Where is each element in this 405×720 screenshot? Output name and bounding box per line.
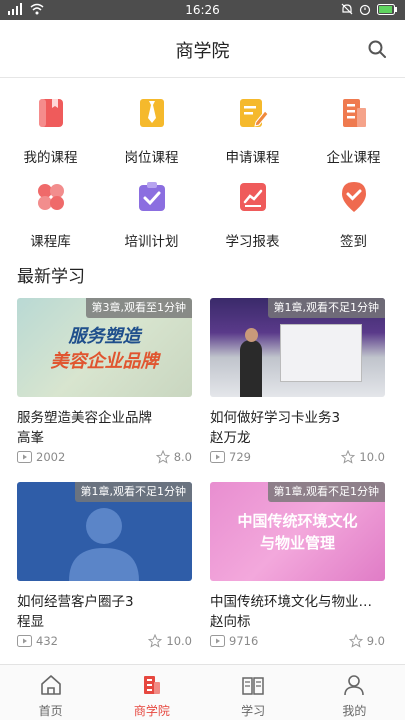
course-meta: 729 10.0	[210, 450, 385, 466]
grid-label: 我的课程	[23, 150, 78, 166]
course-title[interactable]: 如何经营客户圈子3	[17, 590, 192, 610]
grid-item-my-courses[interactable]: 我的课程	[0, 92, 101, 166]
play-icon	[210, 635, 225, 647]
rating: 8.0	[155, 450, 192, 464]
rating: 10.0	[341, 450, 385, 464]
location-check-icon	[342, 182, 366, 212]
view-count: 2002	[36, 450, 66, 464]
status-right	[341, 3, 397, 15]
course-author: 赵万龙	[210, 430, 251, 446]
course-title[interactable]: 服务塑造美容企业品牌	[17, 406, 192, 426]
rating-value: 9.0	[366, 634, 385, 648]
avatar-placeholder-icon	[69, 508, 139, 581]
course-title[interactable]: 中国传统环境文化与物业管理	[210, 590, 385, 610]
edit-doc-icon	[240, 99, 269, 127]
play-icon	[17, 635, 32, 647]
grid-label: 企业课程	[326, 150, 381, 166]
course-author: 赵向标	[210, 614, 251, 630]
rating: 10.0	[148, 634, 192, 648]
status-bar: 16:26	[0, 0, 405, 20]
app-header: 商学院	[0, 20, 405, 78]
thumbnail-text: 美容企业品牌	[50, 351, 159, 372]
grid-item-company-courses[interactable]: 企业课程	[303, 92, 404, 166]
grid-item-apply-courses[interactable]: 申请课程	[202, 92, 303, 166]
course-author: 程显	[17, 614, 44, 630]
clipboard-check-icon	[139, 182, 165, 211]
views: 729	[210, 450, 251, 464]
academy-icon	[143, 676, 160, 694]
views: 9716	[210, 634, 258, 648]
page-title: 商学院	[175, 41, 230, 62]
grid-label: 申请课程	[225, 150, 280, 166]
tab-me[interactable]: 我的	[304, 665, 405, 720]
user-icon	[344, 675, 365, 696]
chart-icon	[240, 183, 266, 211]
view-count: 729	[229, 450, 251, 464]
grid-item-position-courses[interactable]: 岗位课程	[101, 92, 202, 166]
section-title-latest: 最新学习	[17, 267, 85, 287]
views: 432	[17, 634, 58, 648]
course-meta: 432 10.0	[17, 634, 192, 650]
play-icon	[210, 451, 225, 463]
grid-item-course-library[interactable]: 课程库	[0, 176, 101, 250]
rating-value: 8.0	[173, 450, 192, 464]
course-thumbnail[interactable]: 第1章,观看不足1分钟	[17, 482, 192, 581]
tab-label: 我的	[342, 704, 367, 718]
course-thumbnail[interactable]: 第1章,观看不足1分钟	[210, 298, 385, 397]
grid-label: 岗位课程	[124, 150, 179, 166]
whiteboard-shape	[280, 324, 362, 382]
progress-badge: 第1章,观看不足1分钟	[74, 482, 192, 502]
speaker-head	[245, 328, 258, 342]
course-thumbnail[interactable]: 服务塑造 美容企业品牌 第3章,观看至1分钟	[17, 298, 192, 397]
bottom-tab-bar: 首页 商学院 学习 我的	[0, 664, 405, 720]
rating: 9.0	[348, 634, 385, 648]
views: 2002	[17, 450, 65, 464]
grid-label: 签到	[340, 234, 367, 250]
search-icon[interactable]	[367, 39, 387, 59]
speaker-figure	[240, 340, 262, 397]
grid-label: 课程库	[30, 234, 71, 250]
star-icon	[341, 450, 356, 464]
mute-bell-icon	[341, 3, 353, 15]
clover-icon	[38, 184, 64, 210]
grid-item-study-report[interactable]: 学习报表	[202, 176, 303, 250]
building-icon	[343, 99, 366, 127]
course-meta: 9716 9.0	[210, 634, 385, 650]
rating-value: 10.0	[166, 634, 192, 648]
progress-badge: 第3章,观看至1分钟	[85, 298, 192, 318]
open-book-icon	[242, 677, 264, 695]
tab-label: 学习	[241, 704, 266, 718]
course-thumbnail[interactable]: 中国传统环境文化 与物业管理 第1章,观看不足1分钟	[210, 482, 385, 581]
grid-label: 培训计划	[124, 234, 179, 250]
thumbnail-text: 服务塑造	[68, 326, 141, 347]
tab-study[interactable]: 学习	[203, 665, 304, 720]
tab-academy[interactable]: 商学院	[101, 665, 202, 720]
book-icon	[39, 99, 63, 127]
battery-icon	[377, 3, 397, 15]
alarm-icon	[359, 4, 371, 15]
view-count: 9716	[229, 634, 259, 648]
home-icon	[40, 675, 61, 695]
course-meta: 2002 8.0	[17, 450, 192, 466]
course-title[interactable]: 如何做好学习卡业务3	[210, 406, 385, 426]
star-icon	[148, 634, 163, 648]
thumbnail-text: 中国传统环境文化	[237, 512, 358, 530]
tie-icon	[140, 99, 164, 127]
progress-badge: 第1章,观看不足1分钟	[267, 482, 385, 502]
thumbnail-text: 与物业管理	[259, 534, 335, 552]
grid-label: 学习报表	[225, 234, 280, 250]
course-author: 高峯	[17, 430, 44, 446]
grid-item-training-plan[interactable]: 培训计划	[101, 176, 202, 250]
tab-label: 商学院	[133, 704, 170, 718]
view-count: 432	[36, 634, 58, 648]
star-icon	[348, 634, 363, 648]
tab-home[interactable]: 首页	[0, 665, 101, 720]
rating-value: 10.0	[359, 450, 385, 464]
tab-label: 首页	[38, 704, 63, 718]
progress-badge: 第1章,观看不足1分钟	[267, 298, 385, 318]
star-icon	[155, 450, 170, 464]
play-icon	[17, 451, 32, 463]
grid-item-check-in[interactable]: 签到	[303, 176, 404, 250]
